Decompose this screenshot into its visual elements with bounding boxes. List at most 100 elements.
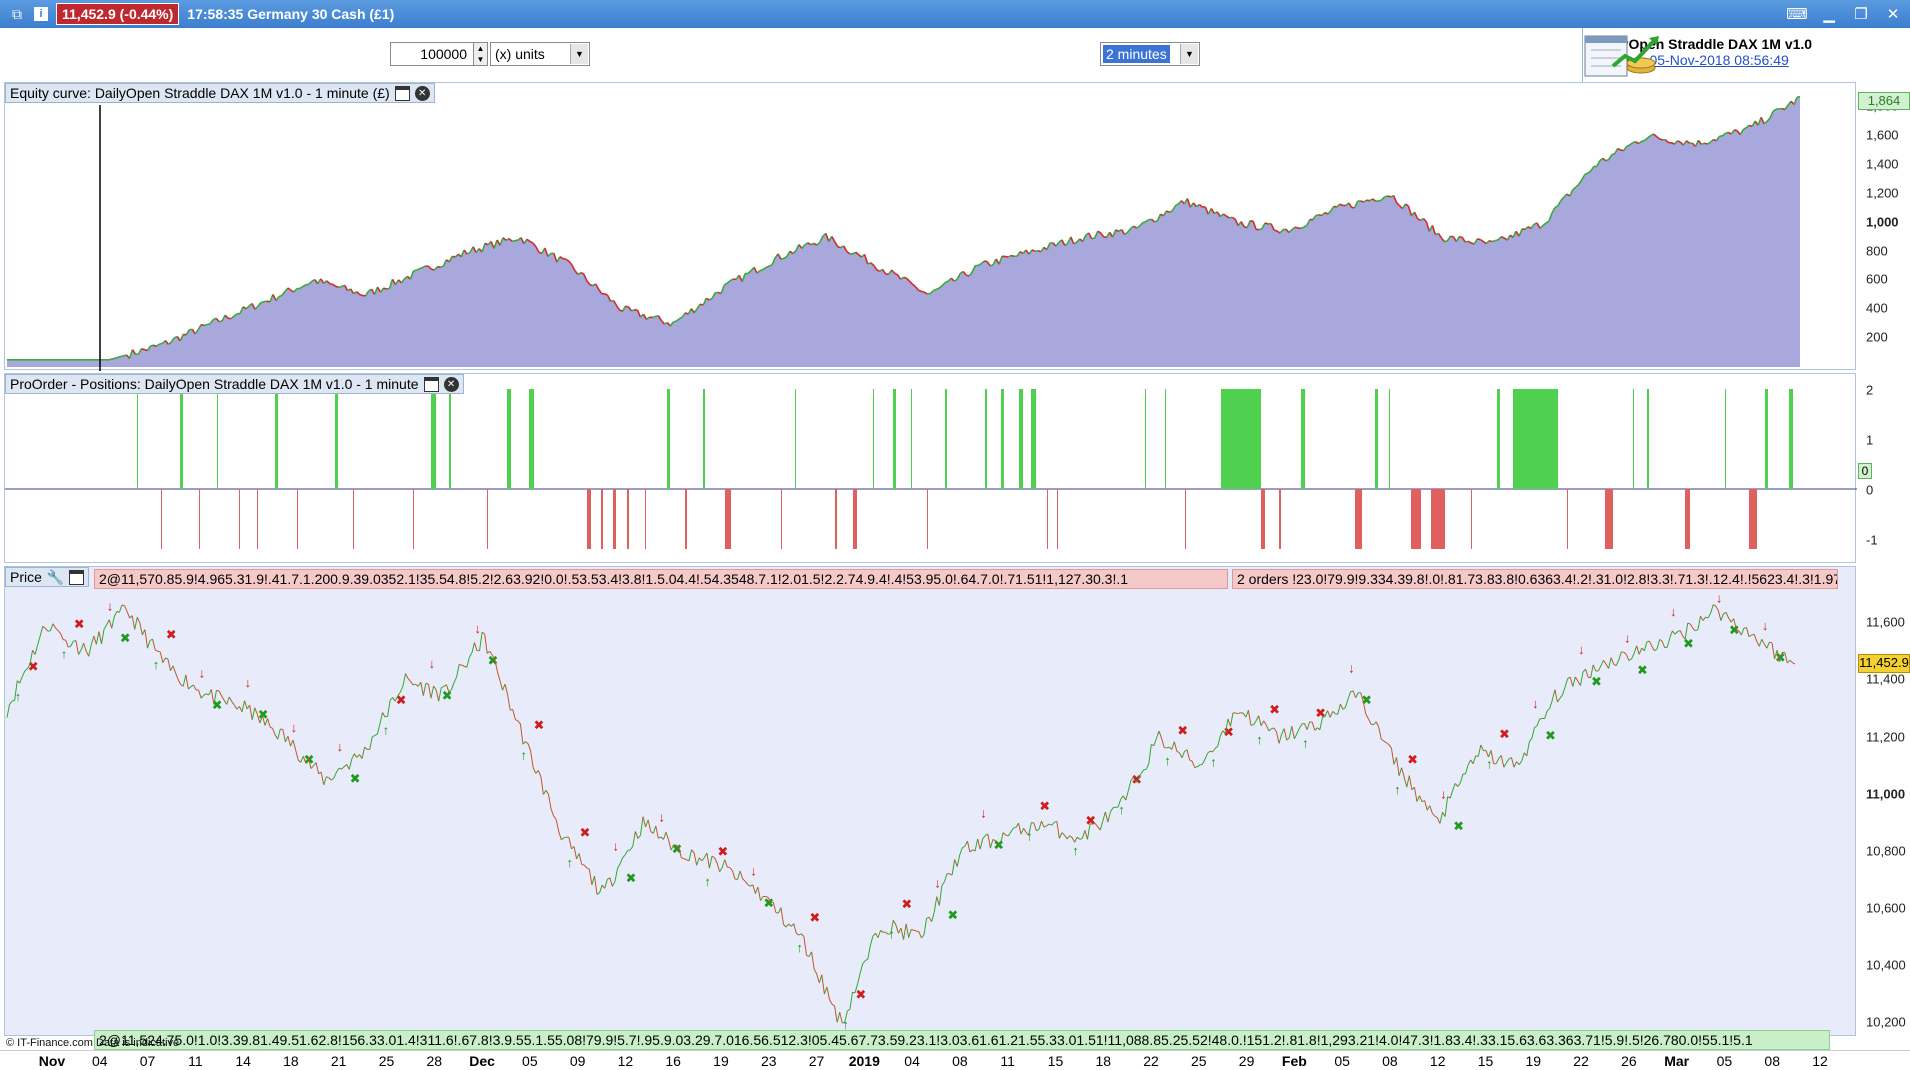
price-segment <box>1344 698 1349 708</box>
prorealtime-window: ⧉ i 11,452.9 (-0.44%) 17:58:35 Germany 3… <box>0 0 1910 1070</box>
close-order-icon: ✖ <box>717 844 728 859</box>
price-segment <box>1761 639 1765 645</box>
close-panel-icon[interactable]: ✕ <box>443 376 459 392</box>
wrench-icon[interactable]: 🔧 <box>47 569 64 586</box>
maximize-panel-icon[interactable] <box>423 376 439 392</box>
price-segment <box>1375 721 1380 728</box>
buy-orders-strip[interactable]: 2@11,524.75.0!1.0!3.39.81.49.51.62.8!156… <box>94 1030 1830 1050</box>
equity-segment <box>108 358 112 361</box>
long-position-bar <box>1019 389 1023 489</box>
price-segment <box>1339 703 1344 710</box>
equity-segment <box>837 245 841 249</box>
date-tick-label: 28 <box>426 1053 443 1069</box>
equity-segment <box>150 344 154 347</box>
window-icon[interactable]: ⧉ <box>6 3 28 25</box>
price-segment <box>1155 730 1160 739</box>
close-panel-icon[interactable]: ✕ <box>414 85 430 101</box>
price-segment <box>1536 718 1541 727</box>
quantity-input[interactable]: 100000 <box>390 42 474 66</box>
price-segment <box>1745 627 1750 637</box>
price-segment <box>1212 748 1216 753</box>
price-segment <box>341 766 345 770</box>
price-segment <box>387 700 391 717</box>
price-segment <box>320 771 325 785</box>
price-segment <box>1695 629 1699 632</box>
price-segment <box>1342 706 1346 710</box>
price-segment <box>647 819 652 832</box>
price-segment <box>159 651 164 663</box>
restore-icon[interactable]: ❐ <box>1850 3 1872 25</box>
maximize-panel-icon[interactable] <box>394 85 410 101</box>
price-segment <box>665 831 670 841</box>
equity-segment <box>780 257 785 260</box>
axis-tick-label: 1,000 <box>1866 214 1899 230</box>
price-segment <box>1275 731 1280 744</box>
equity-segment <box>1300 226 1305 230</box>
price-segment <box>1472 755 1477 764</box>
equity-segment <box>329 282 333 286</box>
price-segment <box>152 639 156 650</box>
short-position-bar <box>1355 489 1362 549</box>
maximize-panel-icon[interactable] <box>69 569 85 585</box>
sell-orders-strip[interactable]: 2@11,570.85.9!4.965.31.9!.41.7.1.200.9.3… <box>94 569 1228 589</box>
price-segment <box>951 859 956 876</box>
equity-segment <box>386 287 390 290</box>
price-segment <box>1176 750 1180 754</box>
price-segment <box>1314 727 1318 731</box>
price-segment <box>1370 723 1374 726</box>
price-segment <box>1291 726 1295 739</box>
axis-tick-label: 1,600 <box>1866 127 1899 143</box>
equity-segment <box>1142 221 1146 224</box>
price-segment <box>295 749 299 760</box>
price-segment <box>338 767 342 770</box>
price-segment <box>1408 775 1413 790</box>
short-position-bar <box>927 489 928 549</box>
price-segment <box>634 831 639 839</box>
price-segment <box>1253 720 1257 726</box>
price-segment <box>1036 828 1040 832</box>
price-segment <box>931 912 935 922</box>
price-segment <box>1631 653 1635 660</box>
date-tick-label: 19 <box>1525 1053 1542 1069</box>
equity-segment <box>201 323 205 327</box>
price-segment <box>233 704 238 710</box>
keyboard-icon[interactable]: ⌨ <box>1786 3 1808 25</box>
price-segment <box>427 684 432 699</box>
price-segment <box>869 936 874 946</box>
short-position-bar <box>781 489 782 549</box>
price-segment <box>1756 640 1760 647</box>
price-segment <box>399 686 404 693</box>
close-order-icon: ✖ <box>28 659 39 674</box>
price-segment <box>1056 821 1060 839</box>
sell-arrow-icon: ↓ <box>1670 604 1677 619</box>
timeframe-dropdown[interactable]: 2 minutes ▼ <box>1100 42 1200 66</box>
price-segment <box>1569 676 1574 687</box>
price-segment <box>619 857 624 865</box>
buy-arrow-icon: ↑ <box>1026 829 1033 844</box>
quantity-stepper[interactable]: ▲ ▼ <box>474 42 488 66</box>
info-icon[interactable]: i <box>34 7 48 21</box>
version-date-link[interactable]: 05-Nov-2018 08:56:49 <box>1649 52 1788 68</box>
price-segment <box>353 753 358 758</box>
equity-segment <box>1444 240 1448 243</box>
sell-orders-strip-2[interactable]: 2 orders !23.0!79.9!9.334.39.8!.0!.81.73… <box>1232 569 1838 589</box>
units-dropdown[interactable]: (x) units ▼ <box>490 42 590 66</box>
date-tick-label: 15 <box>1047 1053 1064 1069</box>
short-position-bar <box>1471 489 1472 549</box>
price-segment <box>1125 790 1129 801</box>
short-position-bar <box>1279 489 1281 549</box>
price-segment <box>1669 630 1673 638</box>
date-tick-label: 26 <box>1621 1053 1637 1069</box>
minimize-icon[interactable]: ▁ <box>1818 3 1840 25</box>
price-segment <box>185 674 189 690</box>
price-segment <box>1145 763 1150 770</box>
price-segment <box>453 676 458 683</box>
price-segment <box>1122 795 1127 801</box>
price-segment <box>1051 821 1055 826</box>
close-icon[interactable]: ✕ <box>1882 3 1904 25</box>
price-segment <box>1099 821 1104 831</box>
price-segment <box>1038 821 1042 830</box>
price-segment <box>1069 835 1073 839</box>
long-position-bar <box>911 389 912 489</box>
close-order-icon: ✖ <box>74 616 85 631</box>
